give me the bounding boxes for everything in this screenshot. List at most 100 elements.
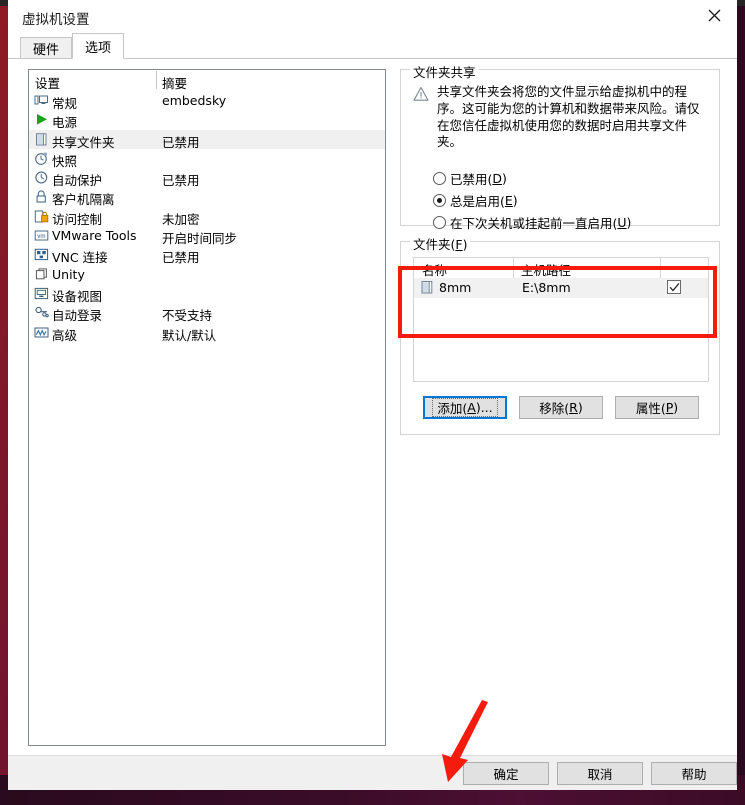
settings-row-label: 快照 <box>52 153 78 169</box>
add-folder-button[interactable]: 添加(A)... <box>423 396 507 419</box>
folder-sharing-legend: 文件夹共享 <box>410 62 479 81</box>
close-icon[interactable] <box>692 0 737 31</box>
settings-row-9[interactable]: Unity <box>29 265 385 284</box>
settings-row-label: 高级 <box>52 327 78 343</box>
settings-row-label: 客户机隔离 <box>52 192 115 208</box>
folders-table[interactable]: 名称 主机路径 8mm E:\8mm <box>413 257 709 382</box>
remove-folder-label-suffix: ) <box>577 400 583 415</box>
settings-row-label: VMware Tools <box>52 228 137 244</box>
radio-mark-always-enabled <box>433 194 446 207</box>
radio-label-until-shutdown-text: 在下次关机或挂起前一直启用( <box>450 216 618 231</box>
radio-mark-disabled <box>433 172 446 185</box>
dialog-button-bar: 确定 取消 帮助 <box>8 755 737 790</box>
settings-row-11[interactable]: 自动登录 不受支持 <box>29 303 385 324</box>
add-folder-label-suffix: )... <box>475 400 493 415</box>
radio-mnemonic-disabled: D <box>492 171 503 186</box>
folders-legend-suffix: ) <box>462 237 468 252</box>
folders-column-name: 名称 <box>422 263 448 278</box>
radio-suffix-always: ) <box>512 193 518 208</box>
settings-row-3[interactable]: 快照 <box>29 149 385 169</box>
settings-row-2[interactable]: 共享文件夹 已禁用 <box>29 129 385 150</box>
tab-hardware[interactable]: 硬件 <box>20 37 72 59</box>
radio-until-shutdown[interactable]: 在下次关机或挂起前一直启用(U) <box>433 213 631 232</box>
settings-row-summary: 已禁用 <box>162 173 200 189</box>
settings-row-summary: 默认/默认 <box>162 327 217 343</box>
settings-row-7[interactable]: vm VMware Tools 开启时间同步 <box>29 226 385 247</box>
folders-group: 文件夹(F) 名称 主机路径 8mm E:\8mm 添加(A)... 移除(… <box>400 234 720 435</box>
radio-label-disabled-text: 已禁用( <box>450 172 493 187</box>
folders-legend-prefix: 文件夹( <box>413 237 456 252</box>
settings-row-label: VNC 连接 <box>52 250 108 266</box>
settings-row-summary: 开启时间同步 <box>162 231 238 247</box>
properties-label-prefix: 属性( <box>635 401 666 416</box>
autoprotect-icon <box>34 170 49 185</box>
settings-row-1[interactable]: 电源 <box>29 110 385 130</box>
radio-suffix-disabled: ) <box>502 171 507 186</box>
tab-strip: 硬件 选项 <box>8 32 737 59</box>
dialog-body: 设置 摘要 常规 embedsky 电源 共享文件夹 已禁用 快照 自动保护 已禁用 客户机隔离… <box>8 58 737 756</box>
settings-row-label: 自动保护 <box>52 173 103 189</box>
remove-folder-label-prefix: 移除( <box>539 401 570 416</box>
column-header-setting: 设置 <box>35 76 61 91</box>
settings-row-summary: 不受支持 <box>162 308 213 324</box>
remove-folder-button[interactable]: 移除(R) <box>519 396 603 419</box>
folder-icon <box>420 280 434 295</box>
settings-row-summary: 未加密 <box>162 211 200 227</box>
radio-always-enabled[interactable]: 总是启用(E) <box>433 191 518 210</box>
vm-settings-dialog: 虚拟机设置 硬件 选项 设置 摘要 常规 embedsky 电源 共享文件夹 已禁用 快照… <box>8 0 737 790</box>
radio-mnemonic-always: E <box>504 193 513 208</box>
table-row[interactable]: 8mm E:\8mm <box>414 278 708 298</box>
warning-triangle-icon <box>413 86 429 102</box>
remove-folder-mnemonic: R <box>569 400 578 415</box>
folders-legend-mnemonic: F <box>455 237 463 252</box>
settings-row-12[interactable]: 高级 默认/默认 <box>29 323 385 343</box>
settings-row-summary: embedsky <box>162 93 227 108</box>
access-control-icon <box>34 209 49 224</box>
window-title: 虚拟机设置 <box>22 12 90 28</box>
help-button[interactable]: 帮助 <box>651 762 737 785</box>
column-divider <box>156 71 157 89</box>
settings-row-10[interactable]: 设备视图 <box>29 284 385 304</box>
settings-row-5[interactable]: 客户机隔离 <box>29 187 385 208</box>
folders-column-host-path: 主机路径 <box>521 263 572 278</box>
settings-row-0[interactable]: 常规 embedsky <box>29 91 385 111</box>
settings-row-4[interactable]: 自动保护 已禁用 <box>29 168 385 189</box>
cancel-button[interactable]: 取消 <box>557 762 643 785</box>
snapshot-clock-icon <box>34 151 49 166</box>
title-bar: 虚拟机设置 <box>8 0 737 32</box>
unity-icon <box>34 267 49 282</box>
radio-disabled[interactable]: 已禁用(D) <box>433 169 507 188</box>
radio-label-always-text: 总是启用( <box>450 194 505 209</box>
folder-name: 8mm <box>439 280 472 295</box>
svg-text:vm: vm <box>37 233 45 240</box>
settings-row-summary: 已禁用 <box>162 250 200 266</box>
add-folder-mnemonic: A <box>467 400 476 415</box>
folders-column-divider-2 <box>660 258 661 278</box>
ok-button[interactable]: 确定 <box>463 762 549 785</box>
folder-host-path: E:\8mm <box>522 280 571 295</box>
settings-row-6[interactable]: 访问控制 未加密 <box>29 207 385 227</box>
settings-row-label: 设备视图 <box>52 288 103 304</box>
folders-legend: 文件夹(F) <box>410 234 471 253</box>
lock-icon <box>34 189 49 204</box>
warning-block: 共享文件夹会将您的文件显示给虚拟机中的程序。这可能为您的计算机和数据带来风险。请… <box>413 84 709 151</box>
folder-properties-button[interactable]: 属性(P) <box>615 396 699 419</box>
settings-row-8[interactable]: VNC 连接 已禁用 <box>29 245 385 266</box>
vmware-tools-icon: vm <box>34 228 49 243</box>
tab-options[interactable]: 选项 <box>72 33 124 59</box>
folders-column-divider-1 <box>513 258 514 278</box>
options-panel: 文件夹共享 共享文件夹会将您的文件显示给虚拟机中的程序。这可能为您的计算机和数据… <box>400 62 720 435</box>
folder-enabled-checkbox[interactable] <box>667 280 681 294</box>
folders-table-header: 名称 主机路径 <box>414 258 708 278</box>
properties-label-suffix: ) <box>673 400 679 415</box>
settings-row-label: 共享文件夹 <box>52 134 115 150</box>
settings-row-label: 常规 <box>52 96 78 111</box>
settings-list-header: 设置 摘要 <box>29 70 385 91</box>
settings-list[interactable]: 设置 摘要 常规 embedsky 电源 共享文件夹 已禁用 快照 自动保护 已禁用 客户机隔离… <box>28 69 386 746</box>
properties-mnemonic: P <box>665 400 674 415</box>
advanced-icon <box>34 325 49 340</box>
add-folder-button-inner: 添加(A)... <box>432 398 498 417</box>
settings-rows: 常规 embedsky 电源 共享文件夹 已禁用 快照 自动保护 已禁用 客户机隔离 访问控制 未加… <box>29 91 385 343</box>
settings-row-label: 访问控制 <box>52 211 103 227</box>
column-header-summary: 摘要 <box>162 76 188 91</box>
